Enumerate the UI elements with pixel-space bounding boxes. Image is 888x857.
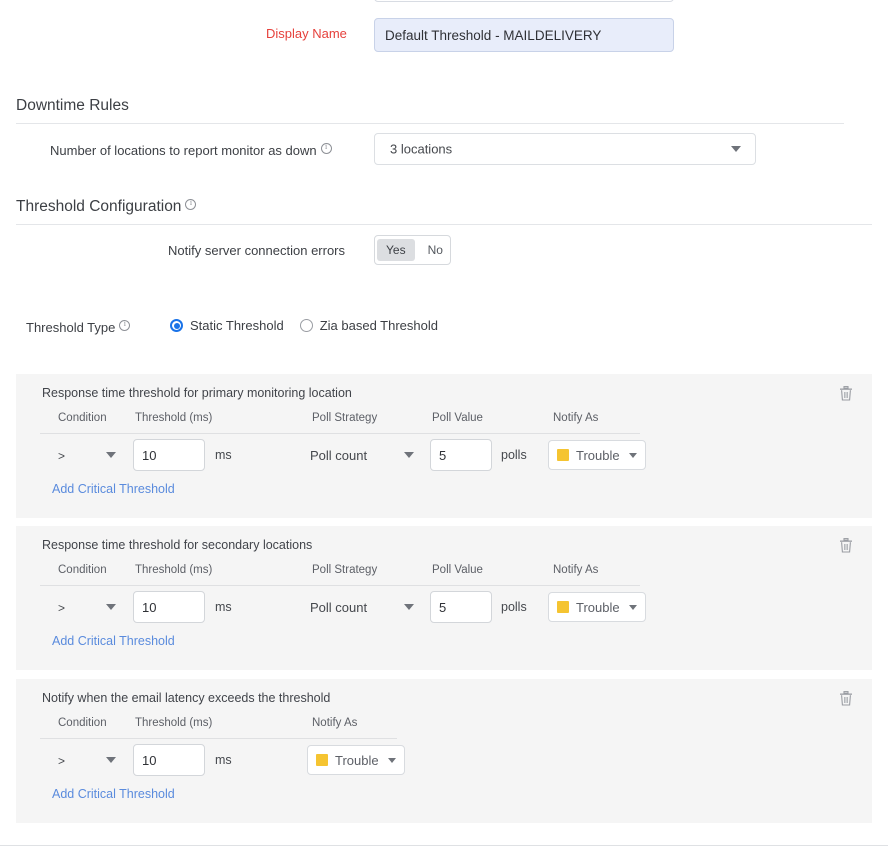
downtime-rules-divider — [16, 123, 844, 124]
threshold-unit: ms — [215, 448, 232, 462]
previous-field-cutoff[interactable] — [374, 0, 674, 2]
threshold-row: > ms Poll count polls Trouble — [40, 439, 660, 479]
toggle-yes-option[interactable]: Yes — [377, 239, 415, 261]
threshold-input[interactable] — [133, 591, 205, 623]
info-icon[interactable] — [185, 199, 196, 210]
card-table-header: Condition Threshold (ms) Poll Strategy P… — [40, 564, 640, 586]
add-critical-threshold-link[interactable]: Add Critical Threshold — [52, 787, 175, 801]
notify-server-errors-label: Notify server connection errors — [168, 243, 345, 258]
threshold-row: > ms Poll count polls Trouble — [40, 591, 660, 631]
column-header-condition: Condition — [58, 717, 107, 729]
radio-zia-based-threshold-label: Zia based Threshold — [320, 318, 438, 333]
card-title: Response time threshold for secondary lo… — [42, 538, 312, 552]
column-header-poll-value: Poll Value — [432, 564, 483, 576]
condition-value: > — [58, 449, 65, 463]
column-header-threshold: Threshold (ms) — [135, 564, 212, 576]
radio-zia-based-threshold[interactable]: Zia based Threshold — [300, 318, 438, 333]
column-header-threshold: Threshold (ms) — [135, 412, 212, 424]
display-name-row: Display Name — [0, 18, 888, 54]
severity-color-swatch — [557, 601, 569, 613]
chevron-down-icon[interactable] — [404, 604, 414, 610]
footer-divider — [0, 845, 888, 846]
info-icon[interactable] — [119, 320, 130, 331]
threshold-configuration-page: Display Name Downtime Rules Number of lo… — [0, 0, 888, 857]
toggle-no-option[interactable]: No — [419, 239, 452, 261]
column-header-poll-value: Poll Value — [432, 412, 483, 424]
column-header-notify-as: Notify As — [553, 564, 598, 576]
card-table-header: Condition Threshold (ms) Poll Strategy P… — [40, 412, 640, 434]
column-header-poll-strategy: Poll Strategy — [312, 564, 377, 576]
condition-value: > — [58, 754, 65, 768]
column-header-notify-as: Notify As — [312, 717, 357, 729]
severity-color-swatch — [316, 754, 328, 766]
poll-strategy-value[interactable]: Poll count — [310, 448, 367, 463]
condition-value: > — [58, 601, 65, 615]
column-header-notify-as: Notify As — [553, 412, 598, 424]
poll-value-input[interactable] — [430, 591, 492, 623]
add-critical-threshold-link[interactable]: Add Critical Threshold — [52, 482, 175, 496]
radio-button-icon[interactable] — [170, 319, 183, 332]
threshold-type-label: Threshold Type — [26, 320, 130, 335]
info-icon[interactable] — [321, 143, 332, 154]
column-header-condition: Condition — [58, 564, 107, 576]
threshold-type-label-text: Threshold Type — [26, 320, 115, 335]
poll-unit: polls — [501, 600, 527, 614]
delete-icon[interactable] — [839, 386, 853, 401]
chevron-down-icon[interactable] — [106, 452, 116, 458]
threshold-unit: ms — [215, 600, 232, 614]
chevron-down-icon — [629, 453, 637, 458]
threshold-type-radio-group: Static Threshold Zia based Threshold — [170, 318, 438, 333]
notify-as-select[interactable]: Trouble — [307, 745, 405, 775]
radio-static-threshold-label: Static Threshold — [190, 318, 284, 333]
chevron-down-icon — [629, 605, 637, 610]
severity-color-swatch — [557, 449, 569, 461]
notify-as-select[interactable]: Trouble — [548, 440, 646, 470]
column-header-condition: Condition — [58, 412, 107, 424]
chevron-down-icon — [388, 758, 396, 763]
chevron-down-icon — [731, 146, 741, 152]
threshold-configuration-heading-text: Threshold Configuration — [16, 198, 181, 215]
locations-label: Number of locations to report monitor as… — [50, 143, 332, 158]
threshold-row: > ms Trouble — [40, 744, 420, 784]
radio-static-threshold[interactable]: Static Threshold — [170, 318, 284, 333]
notify-as-value: Trouble — [335, 753, 379, 768]
chevron-down-icon[interactable] — [106, 604, 116, 610]
locations-label-text: Number of locations to report monitor as… — [50, 143, 317, 158]
threshold-card: Response time threshold for secondary lo… — [16, 526, 872, 670]
notify-as-value: Trouble — [576, 448, 620, 463]
delete-icon[interactable] — [839, 538, 853, 553]
add-critical-threshold-link[interactable]: Add Critical Threshold — [52, 634, 175, 648]
downtime-rules-heading: Downtime Rules — [16, 97, 129, 115]
card-title: Response time threshold for primary moni… — [42, 386, 352, 400]
notify-as-select[interactable]: Trouble — [548, 592, 646, 622]
threshold-card: Response time threshold for primary moni… — [16, 374, 872, 518]
threshold-input[interactable] — [133, 744, 205, 776]
poll-value-input[interactable] — [430, 439, 492, 471]
radio-button-icon[interactable] — [300, 319, 313, 332]
poll-strategy-value[interactable]: Poll count — [310, 600, 367, 615]
locations-select[interactable]: 3 locations — [374, 133, 756, 165]
threshold-configuration-divider — [16, 224, 872, 225]
display-name-input[interactable] — [374, 18, 674, 52]
column-header-threshold: Threshold (ms) — [135, 717, 212, 729]
column-header-poll-strategy: Poll Strategy — [312, 412, 377, 424]
threshold-card: Notify when the email latency exceeds th… — [16, 679, 872, 823]
chevron-down-icon[interactable] — [404, 452, 414, 458]
card-title: Notify when the email latency exceeds th… — [42, 691, 330, 705]
delete-icon[interactable] — [839, 691, 853, 706]
poll-unit: polls — [501, 448, 527, 462]
locations-select-value: 3 locations — [390, 142, 452, 157]
display-name-label: Display Name — [266, 26, 356, 41]
notify-as-value: Trouble — [576, 600, 620, 615]
threshold-unit: ms — [215, 753, 232, 767]
threshold-configuration-heading: Threshold Configuration — [16, 198, 196, 216]
threshold-input[interactable] — [133, 439, 205, 471]
chevron-down-icon[interactable] — [106, 757, 116, 763]
card-table-header: Condition Threshold (ms) Notify As — [40, 717, 397, 739]
notify-server-errors-toggle[interactable]: Yes No — [374, 235, 451, 265]
